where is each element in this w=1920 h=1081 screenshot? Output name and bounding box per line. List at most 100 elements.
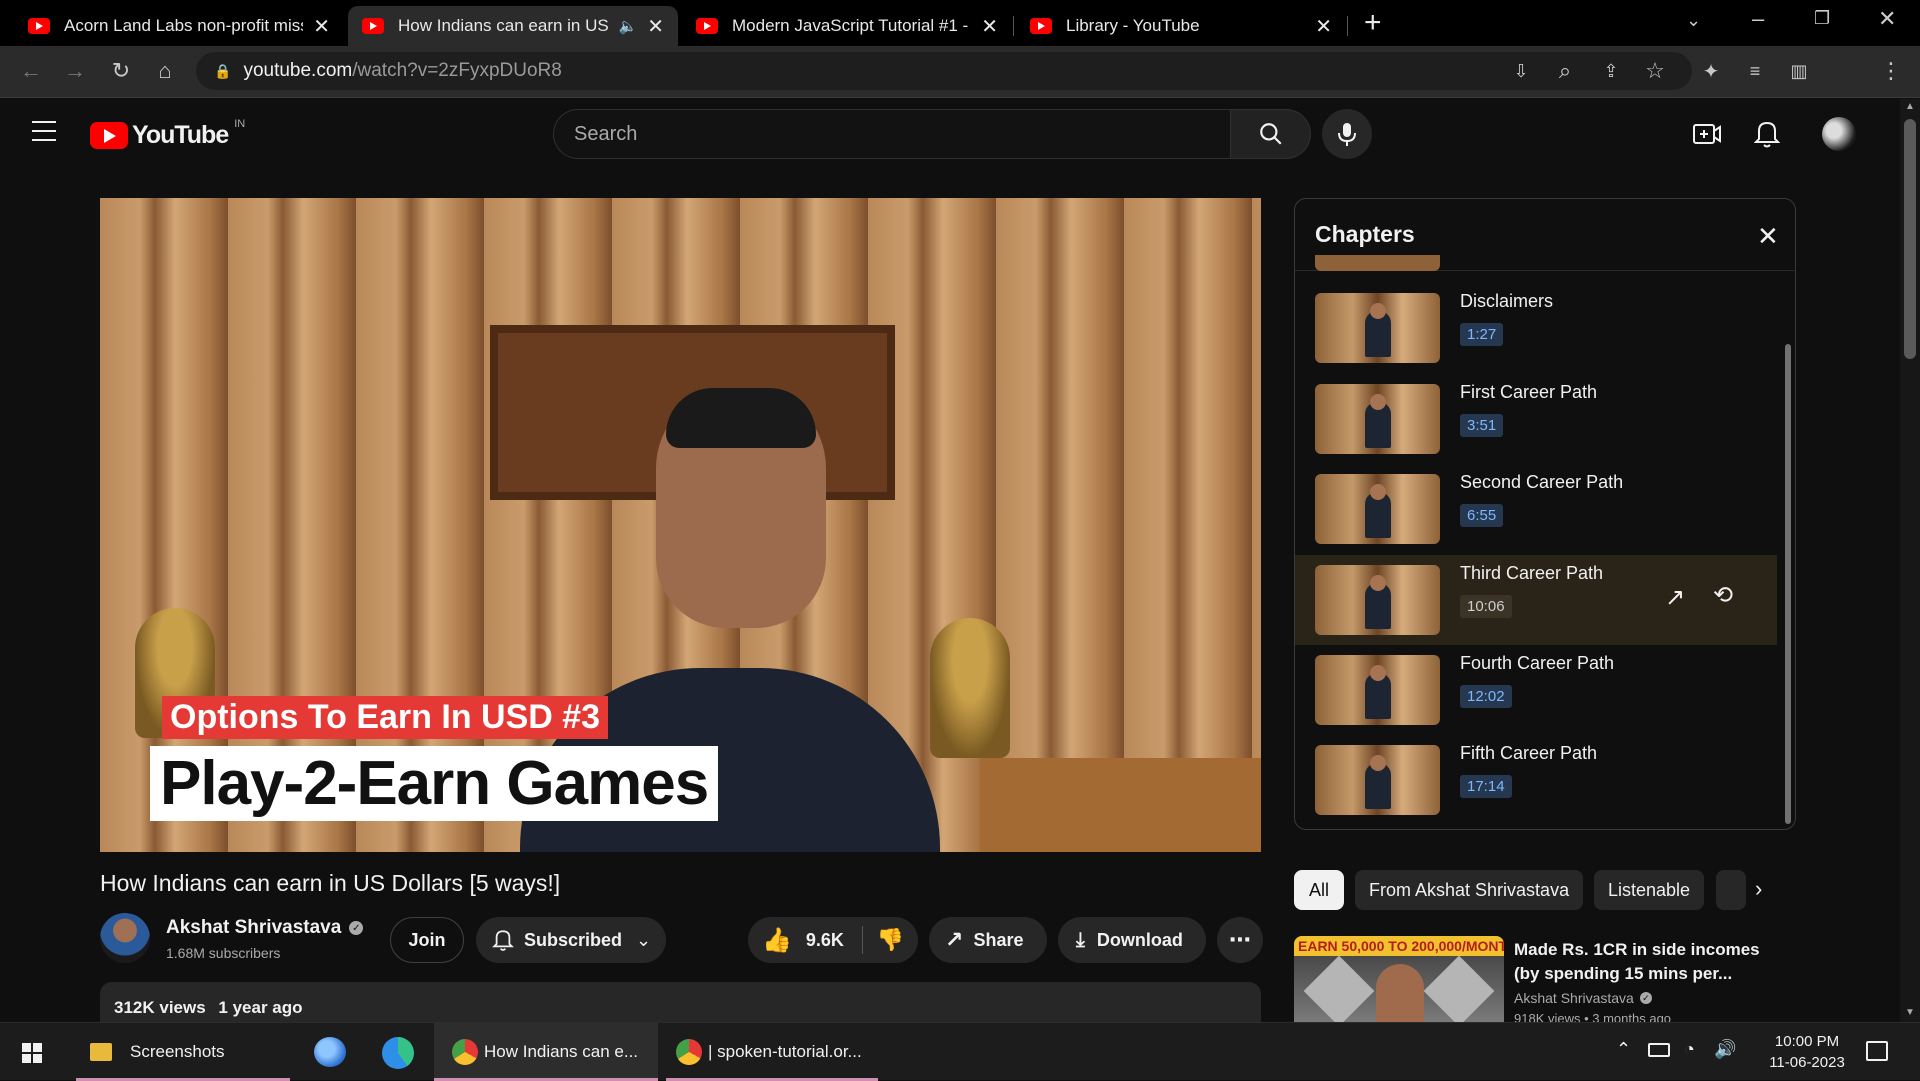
- recommendation-title-line: (by spending 15 mins per...: [1514, 964, 1733, 983]
- chapter-timestamp[interactable]: 6:55: [1460, 504, 1504, 527]
- bookmark-star-icon[interactable]: ☆: [1640, 56, 1670, 86]
- media-control-icon[interactable]: ≡: [1740, 56, 1770, 86]
- taskbar-item-chrome[interactable]: | spoken-tutorial.or...: [666, 1023, 878, 1081]
- chapter-item[interactable]: Fourth Career Path 12:02: [1295, 645, 1777, 735]
- channel-avatar[interactable]: [100, 913, 150, 963]
- share-button[interactable]: ↗ Share: [929, 917, 1047, 963]
- show-hidden-icons-chevron-up-icon[interactable]: ⌃: [1616, 1039, 1631, 1060]
- join-button[interactable]: Join: [390, 917, 464, 963]
- download-button[interactable]: ⤓ Download: [1058, 917, 1206, 963]
- chapter-timestamp[interactable]: 3:51: [1460, 414, 1504, 437]
- url-host: youtube.com: [243, 60, 353, 81]
- chapters-title: Chapters: [1315, 221, 1415, 247]
- loop-chapter-icon[interactable]: ⟲: [1713, 581, 1733, 610]
- chapters-scrollbar[interactable]: [1785, 344, 1791, 824]
- browser-tab[interactable]: Modern JavaScript Tutorial #1 - Ir ✕: [682, 6, 1012, 46]
- windows-start-icon[interactable]: [22, 1043, 42, 1063]
- outlook-app-icon[interactable]: [314, 1037, 346, 1067]
- chip-partial[interactable]: [1716, 870, 1746, 910]
- recommendation-title[interactable]: Made Rs. 1CR in side incomes (by spendin…: [1514, 938, 1760, 986]
- edge-browser-icon[interactable]: [382, 1037, 414, 1069]
- close-window-icon[interactable]: ✕: [1878, 6, 1896, 32]
- clock-time: 10:00 PM: [1774, 1033, 1840, 1050]
- channel-name[interactable]: Akshat Shrivastava: [166, 917, 341, 939]
- install-app-icon[interactable]: ⇩: [1506, 56, 1536, 86]
- avatar[interactable]: [1822, 117, 1856, 151]
- recommendation-channel-row: Akshat Shrivastava ✓: [1514, 990, 1652, 1006]
- browser-tab[interactable]: Library - YouTube ✕: [1016, 6, 1346, 46]
- chip-listenable[interactable]: Listenable: [1594, 870, 1704, 910]
- back-icon[interactable]: ←: [16, 56, 46, 86]
- chapter-item[interactable]: Second Career Path 6:55: [1295, 464, 1777, 554]
- chapter-timestamp[interactable]: 12:02: [1460, 685, 1512, 708]
- chapter-timestamp[interactable]: 10:06: [1460, 595, 1512, 618]
- clock-date: 11-06-2023: [1769, 1054, 1845, 1071]
- scroll-down-icon[interactable]: ▼: [1905, 1007, 1915, 1018]
- speaker-icon[interactable]: 🔈: [619, 17, 638, 35]
- more-actions-icon[interactable]: ⋯: [1217, 917, 1263, 963]
- chapter-timestamp[interactable]: 17:14: [1460, 775, 1512, 798]
- restore-icon[interactable]: ❐: [1814, 8, 1830, 29]
- battery-icon[interactable]: [1648, 1043, 1670, 1057]
- close-tab-icon[interactable]: ✕: [981, 14, 998, 39]
- share-page-icon[interactable]: ⇪: [1596, 56, 1626, 86]
- search-input[interactable]: Search: [553, 109, 1231, 159]
- chapter-thumbnail-partial: [1315, 255, 1440, 271]
- chip-all[interactable]: All: [1294, 870, 1344, 910]
- browser-tab[interactable]: Acorn Land Labs non-profit missi ✕: [14, 6, 344, 46]
- chapter-item[interactable]: Fifth Career Path 17:14: [1295, 735, 1777, 825]
- close-tab-icon[interactable]: ✕: [313, 14, 330, 39]
- notifications-bell-icon[interactable]: [1753, 119, 1781, 154]
- dislike-thumb-icon[interactable]: 👎: [877, 927, 904, 953]
- close-tab-icon[interactable]: ✕: [1315, 14, 1332, 39]
- youtube-logo[interactable]: YouTube IN: [90, 117, 246, 150]
- page-scrollbar-thumb[interactable]: [1904, 119, 1916, 359]
- chrome-menu-icon[interactable]: ⋮: [1876, 56, 1906, 86]
- reload-icon[interactable]: ↻: [106, 56, 136, 86]
- forward-icon[interactable]: →: [60, 56, 90, 86]
- extensions-icon[interactable]: ✦: [1696, 56, 1726, 86]
- like-count[interactable]: 9.6K: [806, 930, 844, 951]
- create-video-icon[interactable]: [1692, 121, 1722, 152]
- home-icon[interactable]: ⌂: [150, 56, 180, 86]
- side-panel-icon[interactable]: ▥: [1784, 56, 1814, 86]
- chapter-item-active[interactable]: Third Career Path 10:06 ↗ ⟲: [1295, 555, 1777, 645]
- browser-tab-active[interactable]: How Indians can earn in US D 🔈 ✕: [348, 6, 678, 46]
- chevron-right-icon[interactable]: ›: [1755, 876, 1762, 902]
- search-button[interactable]: [1231, 109, 1311, 159]
- chip-channel[interactable]: From Akshat Shrivastava: [1355, 870, 1583, 910]
- recommendation-thumbnail[interactable]: EARN 50,000 TO 200,000/MONTH!: [1294, 936, 1504, 1022]
- chapter-timestamp[interactable]: 1:27: [1460, 323, 1504, 346]
- wifi-icon[interactable]: ◔: [1684, 1039, 1695, 1060]
- chapter-item[interactable]: Disclaimers 1:27: [1295, 283, 1777, 373]
- recommendation-meta: 918K views • 3 months ago: [1514, 1011, 1672, 1022]
- taskbar-item-screenshots[interactable]: Screenshots: [76, 1023, 290, 1081]
- page-scrollbar-track[interactable]: ▲ ▼: [1900, 99, 1920, 1022]
- thumbnail-banner: EARN 50,000 TO 200,000/MONTH!: [1294, 936, 1504, 956]
- region-code: IN: [234, 117, 246, 130]
- notification-center-icon[interactable]: [1866, 1041, 1888, 1061]
- volume-icon[interactable]: 🔊: [1714, 1039, 1736, 1060]
- new-tab-button[interactable]: +: [1364, 6, 1382, 40]
- zoom-icon[interactable]: ⌕: [1550, 56, 1580, 86]
- video-player[interactable]: Options To Earn In USD #3 Play-2-Earn Ga…: [100, 198, 1261, 852]
- taskbar-item-chrome-active[interactable]: How Indians can e...: [434, 1023, 658, 1081]
- youtube-play-logo-icon: [90, 122, 128, 149]
- subscribed-button[interactable]: Subscribed ⌄: [476, 917, 666, 963]
- thumbnail-shape: [1423, 955, 1495, 1022]
- youtube-favicon-icon: [362, 18, 384, 34]
- like-thumb-icon[interactable]: 👍: [762, 926, 792, 955]
- taskbar-clock[interactable]: 10:00 PM 11-06-2023: [1752, 1031, 1862, 1073]
- share-chapter-icon[interactable]: ↗: [1665, 583, 1685, 612]
- scroll-up-icon[interactable]: ▲: [1905, 101, 1915, 112]
- chapter-item[interactable]: First Career Path 3:51: [1295, 374, 1777, 464]
- minimize-icon[interactable]: –: [1752, 6, 1764, 32]
- voice-search-button[interactable]: [1322, 109, 1372, 159]
- hamburger-menu-icon[interactable]: [32, 121, 56, 141]
- close-tab-icon[interactable]: ✕: [647, 14, 664, 39]
- recommendation-channel[interactable]: Akshat Shrivastava: [1514, 990, 1634, 1006]
- address-bar[interactable]: 🔒 youtube.com/watch?v=2zFyxpDUoR8: [196, 52, 1692, 90]
- close-icon[interactable]: ✕: [1757, 221, 1779, 252]
- browser-toolbar: ← → ↻ ⌂ 🔒 youtube.com/watch?v=2zFyxpDUoR…: [0, 46, 1920, 132]
- tab-search-chevron-icon[interactable]: ⌄: [1686, 10, 1701, 31]
